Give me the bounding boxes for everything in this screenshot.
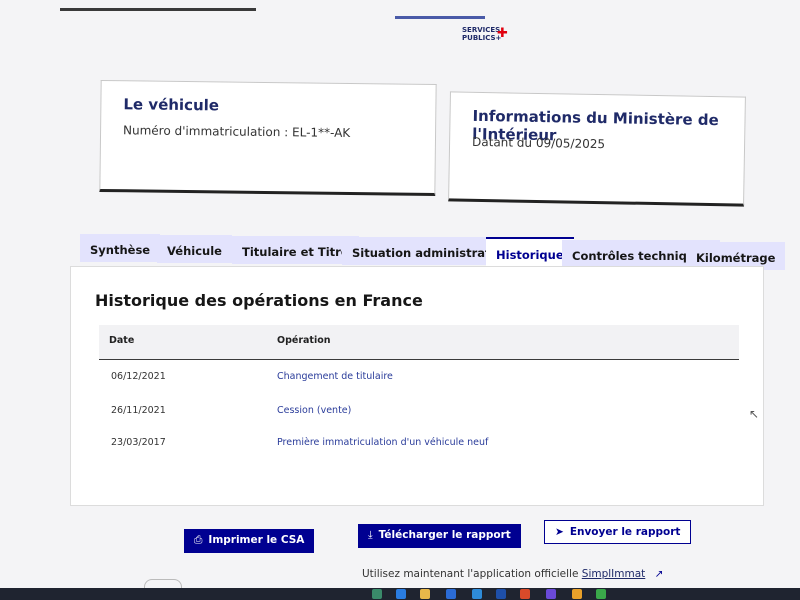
ministry-card: Informations du Ministère de l'Intérieur… [448, 91, 746, 207]
download-label: Télécharger le rapport [378, 529, 511, 541]
printer-icon: ⎙ [194, 534, 203, 546]
logo-line1: SERVICES [462, 26, 501, 34]
taskbar-app-icon[interactable] [520, 589, 530, 599]
taskbar-folder-icon[interactable] [420, 589, 430, 599]
taskbar-app-icon[interactable] [572, 589, 582, 599]
taskbar-app-icon[interactable] [446, 589, 456, 599]
row-date: 23/03/2017 [111, 437, 166, 448]
column-operation: Opération [277, 335, 331, 346]
plus-cross-icon: ✚ [497, 26, 508, 41]
row-operation: Cession (vente) [277, 405, 352, 416]
table-row: 23/03/2017 Première immatriculation d'un… [99, 433, 739, 457]
row-operation: Première immatriculation d'un véhicule n… [277, 437, 489, 448]
history-panel: Historique des opérations en France Date… [70, 266, 764, 506]
footer-text: Utilisez maintenant l'application offici… [362, 568, 579, 580]
taskbar-app-icon[interactable] [372, 589, 382, 599]
tab-titulaire[interactable]: Titulaire et Titre [232, 236, 359, 264]
download-icon: ⤓ [368, 529, 373, 541]
tab-synthese[interactable]: Synthèse [80, 234, 161, 262]
simplimmat-link[interactable]: SimplImmat [582, 568, 646, 580]
footer-note: Utilisez maintenant l'application offici… [362, 568, 663, 580]
print-label: Imprimer le CSA [208, 534, 305, 546]
external-link-icon: ↗ [654, 568, 664, 580]
taskbar-app-icon[interactable] [546, 589, 556, 599]
taskbar-app-icon[interactable] [472, 589, 482, 599]
os-taskbar [0, 588, 800, 600]
vehicle-card: Le véhicule Numéro d'immatriculation : E… [99, 79, 437, 197]
row-operation: Changement de titulaire [277, 371, 393, 382]
send-report-button[interactable]: ➤ Envoyer le rapport [544, 520, 692, 544]
taskbar-app-icon[interactable] [596, 589, 606, 599]
table-header: Date Opération [99, 325, 739, 360]
taskbar-app-icon[interactable] [496, 589, 506, 599]
row-date: 26/11/2021 [111, 405, 166, 416]
vehicle-card-title: Le véhicule [123, 95, 220, 115]
print-csa-button[interactable]: ⎙ Imprimer le CSA [184, 529, 315, 553]
send-label: Envoyer le rapport [569, 526, 681, 538]
download-report-button[interactable]: ⤓ Télécharger le rapport [358, 524, 521, 548]
ministry-date: Datant du 09/05/2025 [471, 134, 606, 152]
plate-number: Numéro d'immatriculation : EL-1**-AK [122, 123, 351, 141]
logo-line2: PUBLICS+ [462, 34, 502, 42]
tab-vehicule[interactable]: Véhicule [157, 235, 232, 263]
column-date: Date [109, 335, 135, 346]
taskbar-app-icon[interactable] [396, 589, 406, 599]
mouse-cursor-icon: ↖ [749, 407, 760, 421]
history-title: Historique des opérations en France [95, 291, 423, 310]
top-accent-line [395, 10, 485, 19]
row-date: 06/12/2021 [111, 371, 166, 382]
top-divider [60, 0, 256, 11]
table-row: 26/11/2021 Cession (vente) [99, 401, 739, 425]
services-publics-logo: SERVICES PUBLICS+ [462, 26, 501, 42]
table-row: 06/12/2021 Changement de titulaire [99, 367, 739, 391]
tab-historique[interactable]: Historique [486, 237, 574, 269]
tab-bar: Synthèse Véhicule Titulaire et Titre Sit… [80, 232, 786, 270]
send-arrow-icon: ➤ [555, 526, 564, 538]
